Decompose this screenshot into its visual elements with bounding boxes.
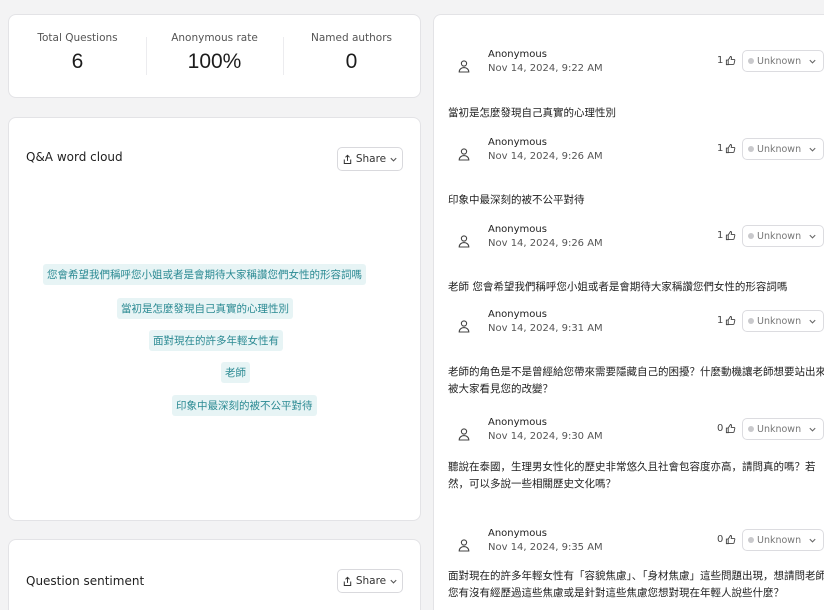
status-label: Unknown [757,143,802,155]
chevron-down-icon [809,427,816,432]
stat-value: 100% [187,50,242,73]
question-date: Nov 14, 2024, 9:31 AM [488,323,603,334]
status-dropdown[interactable]: Unknown [742,310,824,332]
sentiment-card: Question sentiment Share [8,539,421,610]
cloud-word[interactable]: 印象中最深刻的被不公平對待 [172,395,317,416]
stats-card: Total Questions 6 Anonymous rate 100% Na… [8,14,421,98]
like-button[interactable]: 0 [717,423,736,434]
status-dot [748,318,754,324]
thumbs-up-icon [726,144,736,154]
question-date: Nov 14, 2024, 9:26 AM [488,238,603,249]
like-count: 0 [717,534,724,545]
status-label: Unknown [757,230,802,242]
cloud-word[interactable]: 當初是怎麼發現自己真實的心理性別 [117,298,293,319]
person-icon [458,428,470,441]
person-icon [458,60,470,73]
word-cloud: 您會希望我們稱呼您小姐或者是會期待大家稱讚您們女性的形容詞嗎 當初是怎麼發現自己… [9,258,422,418]
status-dropdown[interactable]: Unknown [742,50,824,72]
stat-total-questions: Total Questions 6 [9,15,146,97]
status-dot [748,233,754,239]
like-count: 1 [717,143,724,154]
chevron-down-icon [809,538,816,543]
chevron-down-icon [809,147,816,152]
question-author: Anonymous [488,224,547,235]
like-button[interactable]: 1 [717,230,736,241]
questions-feed[interactable]: Anonymous Nov 14, 2024, 9:22 AM 1 Unknow… [433,14,824,610]
chevron-down-icon [809,234,816,239]
question-date: Nov 14, 2024, 9:22 AM [488,63,603,74]
cloud-word[interactable]: 老師 [221,362,250,383]
thumbs-up-icon [726,56,736,66]
status-label: Unknown [757,423,802,435]
chevron-down-icon [809,319,816,324]
question-text: 印象中最深刻的被不公平對待 [448,194,585,206]
chevron-down-icon [809,59,816,64]
word-cloud-title: Q&A word cloud [26,150,123,164]
status-label: Unknown [757,315,802,327]
question-text: 聽說在泰國，生理男女性化的歷史非常悠久且社會包容度亦高，請問真的嗎？若然，可以多… [448,461,816,490]
question-text: 面對現在的許多年輕女性有「容貌焦慮」、「身材焦慮」這些問題出現，想請問老師您有沒… [448,570,824,599]
question-text: 老師 您會希望我們稱呼您小姐或者是會期待大家稱讚您們女性的形容詞嗎 [448,281,788,293]
status-dot [748,537,754,543]
status-dot [748,58,754,64]
like-button[interactable]: 1 [717,55,736,66]
status-dropdown[interactable]: Unknown [742,529,824,551]
share-icon [343,154,352,164]
person-icon [458,148,470,161]
status-dot [748,426,754,432]
chevron-down-icon [390,579,397,584]
question-author: Anonymous [488,309,547,320]
question-author: Anonymous [488,417,547,428]
question-text: 當初是怎麼發現自己真實的心理性別 [448,107,616,119]
person-icon [458,235,470,248]
like-count: 1 [717,230,724,241]
question-text: 老師的角色是不是曾經給您帶來需要隱藏自己的困擾？什麼動機讓老師想要站出來被大家看… [448,366,824,395]
thumbs-up-icon [726,535,736,545]
person-icon [458,539,470,552]
like-button[interactable]: 1 [717,315,736,326]
like-count: 0 [717,423,724,434]
question-date: Nov 14, 2024, 9:30 AM [488,431,603,442]
like-button[interactable]: 0 [717,534,736,545]
person-icon [458,320,470,333]
share-label: Share [355,153,387,165]
thumbs-up-icon [726,231,736,241]
sentiment-title: Question sentiment [26,574,145,588]
like-count: 1 [717,55,724,66]
word-cloud-card: Q&A word cloud Share 您會希望我們稱呼您小姐或者是會期待大家… [8,117,421,521]
word-cloud-share-button[interactable]: Share [337,147,403,171]
status-dropdown[interactable]: Unknown [742,418,824,440]
stat-anonymous-rate: Anonymous rate 100% [146,15,283,97]
cloud-word[interactable]: 您會希望我們稱呼您小姐或者是會期待大家稱讚您們女性的形容詞嗎 [43,264,366,285]
question-author: Anonymous [488,528,547,539]
stat-label: Named authors [310,32,393,44]
status-dropdown[interactable]: Unknown [742,225,824,247]
share-label: Share [355,575,387,587]
share-icon [343,576,352,586]
sentiment-share-button[interactable]: Share [337,569,403,593]
stat-value: 0 [345,50,358,73]
status-label: Unknown [757,55,802,67]
stat-value: 6 [71,50,84,73]
cloud-word[interactable]: 面對現在的許多年輕女性有 [149,330,283,351]
question-author: Anonymous [488,49,547,60]
stat-label: Anonymous rate [171,32,258,44]
question-date: Nov 14, 2024, 9:35 AM [488,542,603,553]
like-count: 1 [717,315,724,326]
question-date: Nov 14, 2024, 9:26 AM [488,151,603,162]
stat-label: Total Questions [37,32,118,44]
thumbs-up-icon [726,424,736,434]
like-button[interactable]: 1 [717,143,736,154]
status-dropdown[interactable]: Unknown [742,138,824,160]
stat-named-authors: Named authors 0 [283,15,420,97]
chevron-down-icon [390,157,397,162]
status-dot [748,146,754,152]
thumbs-up-icon [726,316,736,326]
status-label: Unknown [757,534,802,546]
question-author: Anonymous [488,137,547,148]
